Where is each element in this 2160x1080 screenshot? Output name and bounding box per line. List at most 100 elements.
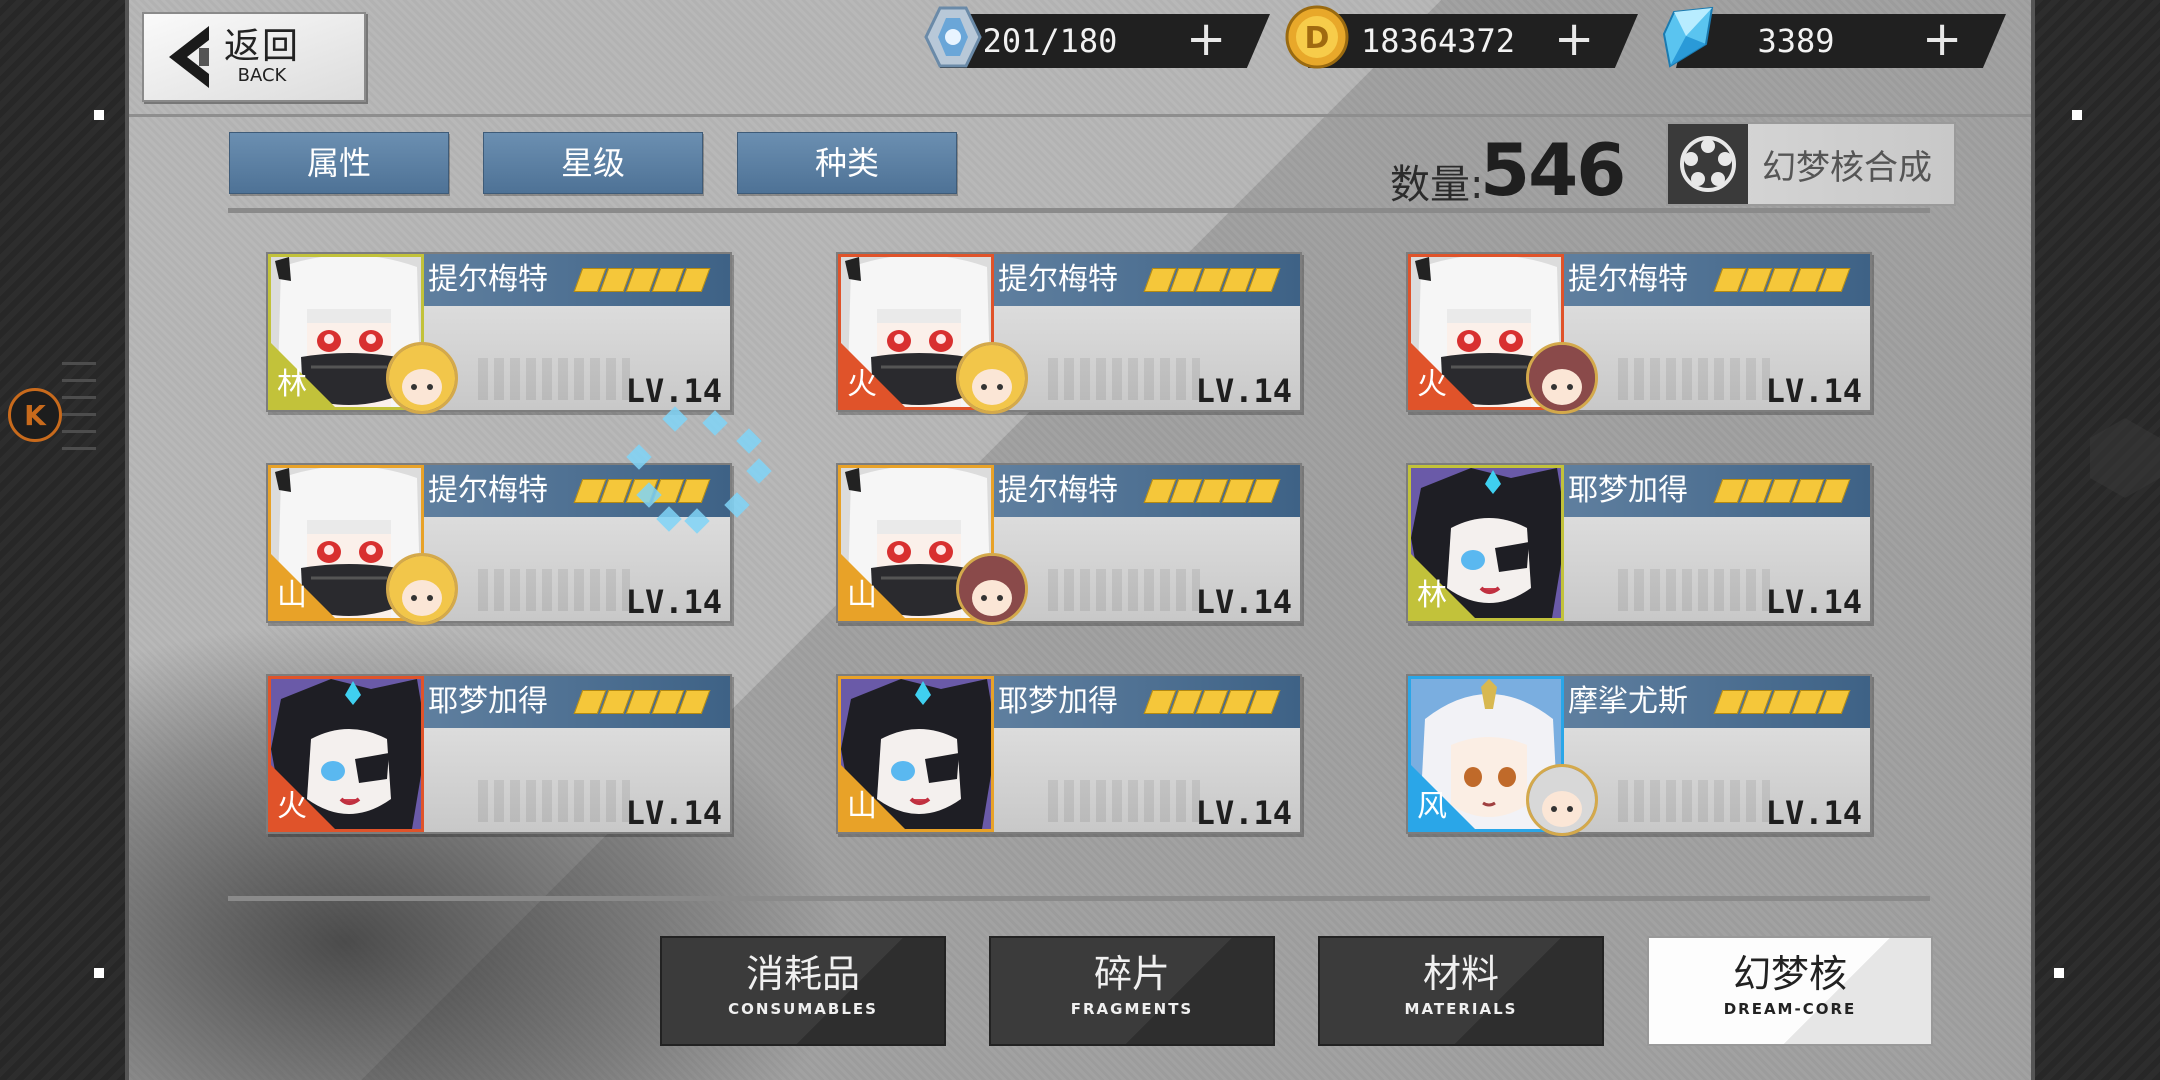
back-arrow-icon (160, 24, 220, 90)
card-level: LV.14 (625, 583, 722, 621)
card-name: 耶梦加得 (998, 684, 1118, 719)
header-divider (129, 114, 2031, 117)
sub-character-avatar (956, 342, 1028, 414)
card-level: LV.14 (625, 794, 722, 832)
dream-core-card[interactable]: 提尔梅特 LV.14 火 (836, 252, 1302, 414)
star-rating (1713, 690, 1851, 714)
tab-materials-cn: 材料 (1422, 952, 1499, 996)
card-name: 耶梦加得 (1568, 473, 1688, 508)
card-decoration (1048, 569, 1200, 611)
star-rating (573, 690, 711, 714)
card-level: LV.14 (1195, 583, 1292, 621)
card-header: 耶梦加得 (994, 676, 1300, 728)
flower-gear-icon (1668, 124, 1748, 204)
add-diamond-button[interactable]: + (1922, 14, 1962, 68)
tab-fragments-en: FRAGMENTS (1070, 1000, 1194, 1018)
card-level: LV.14 (625, 372, 722, 410)
card-header: 耶梦加得 (424, 676, 730, 728)
sub-character-avatar (1526, 764, 1598, 836)
tab-materials[interactable]: 材料 MATERIALS (1318, 936, 1604, 1046)
element-label: 风 (1417, 789, 1447, 824)
gold-resource: 18364372 + (1308, 14, 1638, 68)
card-header: 摩挲尤斯 (1564, 676, 1870, 728)
sub-character-avatar (956, 553, 1028, 625)
gold-value: 18364372 (1360, 22, 1516, 60)
card-name: 提尔梅特 (428, 262, 548, 297)
element-label: 山 (277, 578, 307, 613)
star-rating (1143, 690, 1281, 714)
element-label: 山 (847, 789, 877, 824)
card-name: 摩挲尤斯 (1568, 684, 1688, 719)
tab-dream-core[interactable]: 幻梦核 DREAM-CORE (1647, 936, 1933, 1046)
svg-text:D: D (1305, 21, 1330, 56)
element-label: 火 (277, 789, 307, 824)
back-button[interactable]: 返回 BACK (142, 12, 366, 102)
star-rating (573, 268, 711, 292)
left-frame: K (0, 0, 129, 1080)
tab-materials-en: MATERIALS (1404, 1000, 1518, 1018)
card-decoration (478, 780, 630, 822)
card-decoration (1618, 358, 1770, 400)
corner-marker (94, 968, 104, 978)
card-decoration (1048, 358, 1200, 400)
card-header: 提尔梅特 (424, 465, 730, 517)
element-label: 山 (847, 578, 877, 613)
sub-character-avatar (386, 342, 458, 414)
tab-fragments[interactable]: 碎片 FRAGMENTS (989, 936, 1275, 1046)
count-label: 数量: (1390, 162, 1484, 208)
dream-core-card[interactable]: 耶梦加得 LV.14 火 (266, 674, 732, 834)
tab-consumables-en: CONSUMABLES (728, 1000, 878, 1018)
star-rating (1713, 268, 1851, 292)
dream-core-card[interactable]: 摩挲尤斯 LV.14 风 (1406, 674, 1872, 836)
dream-core-card[interactable]: 提尔梅特 LV.14 山 (266, 463, 732, 625)
dream-core-card[interactable]: 提尔梅特 LV.14 林 (266, 252, 732, 414)
card-header: 提尔梅特 (994, 465, 1300, 517)
add-stamina-button[interactable]: + (1186, 14, 1226, 68)
filter-type-button[interactable]: 种类 (737, 132, 957, 194)
grid-divider (228, 896, 1930, 901)
back-label-cn: 返回 (224, 26, 301, 67)
stamina-crystal-icon (920, 4, 986, 70)
diamond-icon (1656, 4, 1722, 70)
tab-dream-core-en: DREAM-CORE (1723, 1000, 1857, 1018)
tab-consumables[interactable]: 消耗品 CONSUMABLES (660, 936, 946, 1046)
card-decoration (478, 358, 630, 400)
tab-fragments-cn: 碎片 (1093, 952, 1170, 996)
tab-dream-core-cn: 幻梦核 (1732, 952, 1847, 996)
corner-marker (94, 110, 104, 120)
sub-character-avatar (386, 553, 458, 625)
element-label: 火 (847, 367, 877, 402)
card-level: LV.14 (1765, 794, 1862, 832)
tab-consumables-cn: 消耗品 (745, 952, 860, 996)
count-value: 546 (1480, 128, 1626, 212)
card-decoration (1048, 780, 1200, 822)
card-decoration (1618, 569, 1770, 611)
element-label: 火 (1417, 367, 1447, 402)
diamond-resource: 3389 + (1676, 14, 2006, 68)
dream-core-card[interactable]: 耶梦加得 LV.14 山 (836, 674, 1302, 834)
element-label: 林 (277, 367, 307, 402)
card-header: 耶梦加得 (1564, 465, 1870, 517)
card-name: 提尔梅特 (998, 473, 1118, 508)
filter-star-button[interactable]: 星级 (483, 132, 703, 194)
card-level: LV.14 (1195, 372, 1292, 410)
dream-core-card[interactable]: 提尔梅特 LV.14 火 (1406, 252, 1872, 414)
stamina-resource: 201/180 + (940, 14, 1270, 68)
sub-character-avatar (1526, 342, 1598, 414)
card-decoration (1618, 780, 1770, 822)
gold-coin-icon: D (1284, 4, 1350, 70)
corner-marker (2054, 968, 2064, 978)
card-level: LV.14 (1765, 372, 1862, 410)
dream-core-card[interactable]: 提尔梅特 LV.14 山 (836, 463, 1302, 625)
back-label-en: BACK (237, 65, 287, 86)
dream-core-card[interactable]: 耶梦加得 LV.14 林 (1406, 463, 1872, 623)
star-rating (1713, 479, 1851, 503)
add-gold-button[interactable]: + (1554, 14, 1594, 68)
card-level: LV.14 (1195, 794, 1292, 832)
side-decoration (62, 362, 96, 464)
dream-core-synthesis-button[interactable]: 幻梦核合成 (1666, 122, 1956, 206)
card-name: 耶梦加得 (428, 684, 548, 719)
filter-attribute-button[interactable]: 属性 (229, 132, 449, 194)
card-header: 提尔梅特 (424, 254, 730, 306)
card-name: 提尔梅特 (998, 262, 1118, 297)
